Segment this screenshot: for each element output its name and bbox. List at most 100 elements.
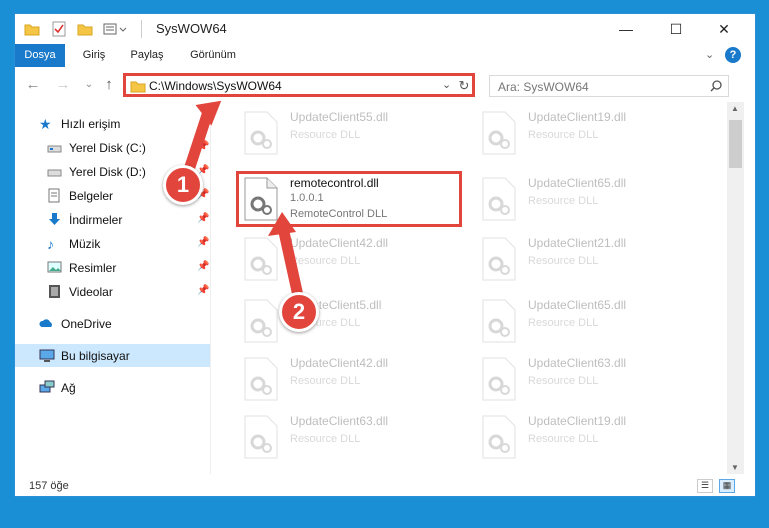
videos-icon: [47, 284, 62, 299]
address-bar[interactable]: C:\Windows\SysWOW64 ⌄: [123, 73, 475, 97]
details-view-icon[interactable]: ☰: [697, 479, 713, 493]
address-dropdown-icon[interactable]: ⌄: [442, 78, 451, 91]
file-item[interactable]: UpdateClient42.dll Resource DLL: [235, 352, 465, 410]
back-icon[interactable]: ←: [23, 75, 43, 95]
minimize-button[interactable]: —: [603, 14, 649, 44]
download-icon: [47, 212, 62, 227]
network-icon: [39, 380, 55, 395]
file-name: UpdateClient65.dll: [528, 176, 627, 190]
nav-item-pictures[interactable]: Resimler 📌: [15, 256, 210, 279]
nav-label: Ağ: [61, 381, 76, 395]
address-row: ← → ⌄ ↑ C:\Windows\SysWOW64 ⌄ ↻ Ara: Sys…: [15, 70, 755, 100]
new-folder-icon[interactable]: [75, 19, 95, 39]
nav-item-videos[interactable]: Videolar 📌: [15, 280, 210, 303]
drive-icon: [47, 140, 62, 155]
search-placeholder: Ara: SysWOW64: [498, 80, 589, 94]
file-description: Resource DLL: [528, 375, 599, 387]
file-highlight-box: [236, 171, 462, 227]
pin-icon: 📌: [197, 141, 210, 152]
nav-label: Videolar: [69, 285, 113, 299]
title-bar: SysWOW64 — ☐ ✕: [15, 14, 755, 44]
dll-file-icon: [482, 237, 516, 281]
music-icon: ♪: [47, 236, 54, 252]
pin-icon: 📌: [197, 213, 210, 224]
dll-file-icon: [244, 299, 278, 343]
tiles-view-icon[interactable]: ▦: [719, 479, 735, 493]
search-input[interactable]: Ara: SysWOW64: [489, 75, 729, 97]
file-name: UpdateClient63.dll: [528, 356, 627, 370]
nav-quick-access[interactable]: ★ Hızlı erişim: [15, 112, 210, 135]
status-bar: 157 öğe ☰ ▦: [15, 476, 755, 496]
dll-file-icon: [482, 299, 516, 343]
ribbon-tabs: Dosya Giriş Paylaş Görünüm ⌄ ?: [15, 44, 755, 67]
file-item[interactable]: UpdateClient65.dll Resource DLL: [473, 294, 703, 352]
scroll-down-icon[interactable]: ▼: [731, 463, 739, 472]
maximize-button[interactable]: ☐: [653, 14, 699, 44]
file-item[interactable]: UpdateClient5.dll Resource DLL: [235, 294, 465, 352]
nav-item-downloads[interactable]: İndirmeler 📌: [15, 208, 210, 231]
nav-network[interactable]: Ağ: [15, 376, 210, 399]
pin-icon: 📌: [197, 285, 210, 296]
nav-item-local-disk-c[interactable]: Yerel Disk (C:) 📌: [15, 136, 210, 159]
close-button[interactable]: ✕: [701, 14, 747, 44]
tab-view[interactable]: Görünüm: [183, 44, 243, 67]
folder-icon: [23, 19, 41, 39]
file-item[interactable]: UpdateClient42.dll Resource DLL: [235, 232, 465, 290]
address-path: C:\Windows\SysWOW64: [149, 79, 282, 93]
file-name: UpdateClient19.dll: [528, 414, 627, 428]
scrollbar-thumb[interactable]: [729, 120, 742, 168]
window-title: SysWOW64: [156, 21, 227, 36]
file-name: UpdateClient42.dll: [290, 356, 389, 370]
star-icon: ★: [39, 116, 52, 132]
dll-file-icon: [482, 415, 516, 459]
dll-file-icon: [482, 357, 516, 401]
up-icon[interactable]: ↑: [99, 75, 119, 95]
forward-icon[interactable]: →: [53, 75, 73, 95]
file-item[interactable]: UpdateClient63.dll Resource DLL: [473, 352, 703, 410]
file-description: Resource DLL: [528, 433, 599, 445]
scroll-up-icon[interactable]: ▲: [731, 104, 739, 113]
file-description: Resource DLL: [528, 129, 599, 141]
file-item[interactable]: UpdateClient65.dll Resource DLL: [473, 172, 703, 230]
properties-icon[interactable]: [49, 19, 69, 39]
nav-label: Bu bilgisayar: [61, 349, 130, 363]
file-item[interactable]: UpdateClient21.dll Resource DLL: [473, 232, 703, 290]
dll-file-icon: [482, 177, 516, 221]
file-description: Resource DLL: [290, 129, 361, 141]
step-1-badge: 1: [163, 165, 203, 205]
refresh-icon[interactable]: ↻: [455, 76, 473, 96]
tab-file[interactable]: Dosya: [15, 44, 65, 67]
file-item[interactable]: UpdateClient55.dll Resource DLL: [235, 106, 465, 164]
step-2-badge: 2: [279, 292, 319, 332]
tab-home[interactable]: Giriş: [77, 44, 111, 67]
folder-icon: [130, 81, 146, 93]
file-item[interactable]: UpdateClient19.dll Resource DLL: [473, 106, 703, 164]
file-description: Resource DLL: [528, 255, 599, 267]
nav-label: OneDrive: [61, 317, 112, 331]
search-icon: [710, 80, 722, 92]
help-icon[interactable]: ?: [725, 47, 741, 63]
nav-item-music[interactable]: ♪ Müzik 📌: [15, 232, 210, 255]
file-item[interactable]: UpdateClient63.dll Resource DLL: [235, 410, 465, 468]
file-item[interactable]: UpdateClient19.dll Resource DLL: [473, 410, 703, 468]
nav-label: Hızlı erişim: [61, 117, 121, 131]
file-name: UpdateClient65.dll: [528, 298, 627, 312]
nav-label: Yerel Disk (D:): [69, 165, 146, 179]
nav-label: Belgeler: [69, 189, 114, 203]
file-description: Resource DLL: [290, 433, 361, 445]
nav-onedrive[interactable]: OneDrive: [15, 312, 210, 335]
item-count: 157 öğe: [29, 480, 69, 492]
dll-file-icon: [482, 111, 516, 155]
dll-file-icon: [244, 415, 278, 459]
recent-locations-icon[interactable]: ⌄: [79, 75, 99, 95]
vertical-scrollbar[interactable]: ▲ ▼: [727, 102, 744, 474]
tab-share[interactable]: Paylaş: [125, 44, 169, 67]
file-name: UpdateClient21.dll: [528, 236, 627, 250]
customize-toolbar-icon[interactable]: [101, 19, 131, 39]
cloud-icon: [39, 316, 54, 331]
dll-file-icon: [244, 357, 278, 401]
nav-label: İndirmeler: [69, 213, 123, 227]
nav-this-pc[interactable]: Bu bilgisayar: [15, 344, 210, 367]
expand-ribbon-icon[interactable]: ⌄: [705, 48, 714, 61]
file-description: Resource DLL: [528, 195, 599, 207]
